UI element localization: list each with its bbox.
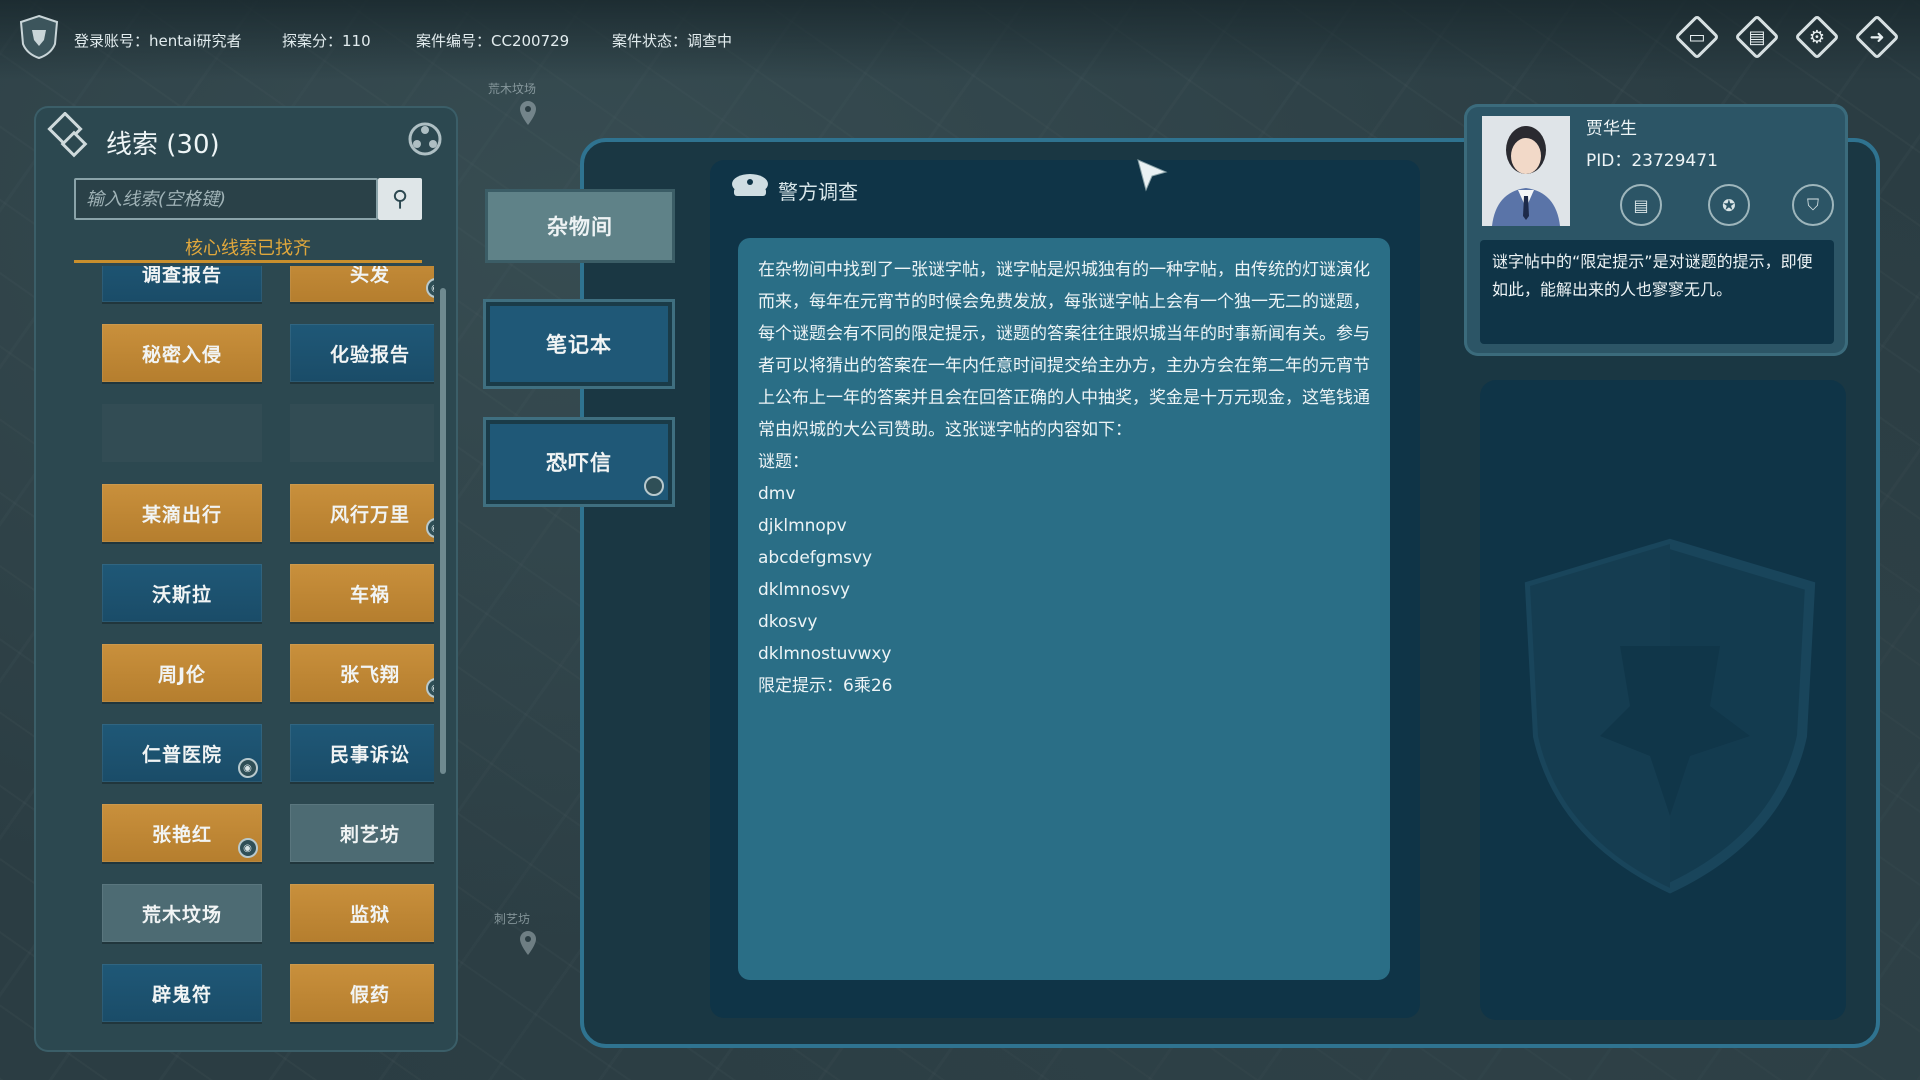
clue-item[interactable]: 风行万里 ◉ [290, 484, 434, 542]
clue-label: 某滴出行 [141, 503, 222, 526]
shield-icon[interactable]: ⛉ [1792, 184, 1834, 226]
map-pin-icon[interactable] [518, 930, 538, 956]
clue-empty-slot [290, 404, 434, 462]
tab-threat-letter[interactable]: 恐吓信 [486, 420, 672, 504]
tab-label: 笔记本 [546, 333, 612, 357]
case-status-label: 案件状态：调查中 [612, 32, 733, 50]
clue-label: 仁普医院 [141, 743, 222, 766]
clue-item[interactable]: 民事诉讼 [290, 724, 434, 782]
network-icon[interactable] [406, 120, 444, 158]
clue-empty-slot [102, 404, 262, 462]
clue-item[interactable]: 头发 ◉ [290, 266, 434, 302]
clue-label: 张飞翔 [339, 663, 400, 686]
divider [74, 260, 422, 263]
clue-item[interactable]: 张艳红 ◉ [102, 804, 262, 862]
character-pid: PID：23729471 [1586, 151, 1718, 171]
map-label-graveyard: 荒木坟场 [488, 82, 537, 96]
investigation-paragraph: 在杂物间中找到了一张谜字帖，谜字帖是炽城独有的一种字帖，由传统的灯谜演化而来，每… [758, 260, 1370, 440]
new-badge-icon: ◉ [426, 678, 434, 698]
clue-label: 辟鬼符 [151, 983, 212, 1006]
exit-icon[interactable]: ➜ [1854, 14, 1900, 60]
clue-item[interactable]: 车祸 [290, 564, 434, 622]
police-cap-icon [732, 174, 768, 196]
clue-scrollbar[interactable] [440, 288, 446, 774]
screen-icon[interactable]: ▭ [1674, 14, 1720, 60]
clue-item[interactable]: 刺艺坊 [290, 804, 434, 862]
clue-item[interactable]: 秘密入侵 [102, 324, 262, 382]
clue-label: 周J伦 [157, 663, 207, 686]
clue-label: 风行万里 [329, 503, 410, 526]
police-shield-logo-icon [19, 14, 59, 60]
clue-label: 头发 [349, 266, 390, 286]
clue-label: 假药 [349, 983, 390, 1006]
score-label: 探案分：110 [282, 32, 371, 50]
new-badge-icon: ◉ [238, 838, 258, 858]
clue-item[interactable]: 仁普医院 ◉ [102, 724, 262, 782]
investigation-title: 警方调查 [778, 180, 858, 204]
clue-item[interactable]: 某滴出行 [102, 484, 262, 542]
clue-label: 车祸 [349, 583, 390, 606]
clue-item[interactable]: 监狱 [290, 884, 434, 942]
tab-label: 恐吓信 [546, 451, 612, 475]
new-badge-icon: ◉ [426, 518, 434, 538]
clue-label: 张艳红 [151, 823, 212, 846]
chat-icon[interactable]: ▤ [1620, 184, 1662, 226]
riddle-line: dklmnosvy [758, 580, 851, 600]
clue-label: 化验报告 [329, 343, 410, 366]
clue-label: 监狱 [349, 903, 390, 926]
clue-label: 沃斯拉 [151, 583, 212, 606]
clue-label: 调查报告 [141, 266, 222, 286]
clue-label: 荒木坟场 [141, 903, 222, 926]
riddle-hint: 限定提示：6乘26 [758, 676, 893, 696]
clue-item[interactable]: 调查报告 [102, 266, 262, 302]
case-number-label: 案件编号：CC200729 [416, 32, 570, 50]
new-badge-icon: ◉ [238, 758, 258, 778]
clue-item[interactable]: 张飞翔 ◉ [290, 644, 434, 702]
clues-panel: 线索 (30) ⚲ 核心线索已找齐 调查报告 头发 ◉ 秘密入侵 化验报告某滴出行 风行万… [34, 106, 458, 1052]
tab-notebook[interactable]: 笔记本 [486, 302, 672, 386]
riddle-line: dklmnostuvwxy [758, 644, 892, 664]
tab-label: 杂物间 [547, 215, 613, 239]
clue-search-input[interactable] [86, 188, 376, 210]
case-folder-icon[interactable]: ▤ [1734, 14, 1780, 60]
clue-item[interactable]: 化验报告 [290, 324, 434, 382]
clue-label: 秘密入侵 [141, 343, 222, 366]
investigation-text-card: 在杂物间中找到了一张谜字帖，谜字帖是炽城独有的一种字帖，由传统的灯谜演化而来，每… [738, 238, 1390, 980]
riddle-label: 谜题： [758, 452, 809, 472]
riddle-line: djklmnopv [758, 516, 847, 536]
clue-item[interactable]: 沃斯拉 [102, 564, 262, 622]
clue-logo-icon [47, 112, 88, 158]
tab-storeroom[interactable]: 杂物间 [488, 192, 672, 260]
cursor-icon [1137, 159, 1168, 192]
clue-item[interactable]: 周J伦 [102, 644, 262, 702]
police-emblem-icon [1524, 538, 1816, 894]
clue-grid: 调查报告头发◉秘密入侵化验报告某滴出行风行万里◉沃斯拉车祸周J伦张飞翔◉仁普医院… [58, 266, 434, 1040]
clue-label: 刺艺坊 [339, 823, 400, 846]
core-clues-status: 核心线索已找齐 [185, 238, 311, 259]
search-icon[interactable]: ⚲ [378, 178, 422, 220]
clue-search-box[interactable] [74, 178, 378, 220]
clue-item[interactable]: 荒木坟场 [102, 884, 262, 942]
new-badge-icon [644, 476, 664, 496]
account-label: 登录账号：hentai研究者 [74, 32, 242, 50]
riddle-line: dmv [758, 484, 796, 504]
clue-item[interactable]: 辟鬼符 [102, 964, 262, 1022]
badge-icon[interactable]: ✪ [1708, 184, 1750, 226]
character-name: 贾华生 [1586, 119, 1637, 139]
new-badge-icon: ◉ [426, 278, 434, 298]
map-label-tattoo: 刺艺坊 [494, 912, 531, 926]
top-icon-group: ▭ ▤ ⚙ ➜ [1674, 14, 1900, 60]
map-pin-icon[interactable] [518, 100, 538, 126]
clue-label: 民事诉讼 [329, 743, 410, 766]
settings-icon[interactable]: ⚙ [1794, 14, 1840, 60]
character-portrait[interactable] [1482, 116, 1570, 226]
clue-item[interactable]: 假药 [290, 964, 434, 1022]
riddle-line: dkosvy [758, 612, 818, 632]
character-dialog: 谜字帖中的“限定提示”是对谜题的提示，即便如此，能解出来的人也寥寥无几。 [1480, 240, 1834, 344]
riddle-line: abcdefgmsvy [758, 548, 873, 568]
clues-title: 线索 (30) [106, 130, 220, 160]
